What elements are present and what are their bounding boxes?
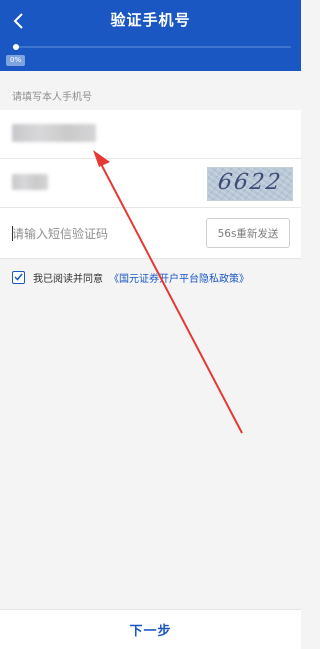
captcha-text: 6622 (216, 170, 284, 195)
phone-hint-label: 请填写本人手机号 (12, 92, 92, 103)
privacy-policy-link[interactable]: 《国元证券开户平台隐私政策》 (109, 270, 249, 285)
agreement-row: 我已阅读并同意 《国元证券开户平台隐私政策》 (12, 269, 249, 285)
agreement-text: 我已阅读并同意 (33, 273, 103, 285)
agreement-checkbox[interactable] (12, 270, 25, 284)
phone-row[interactable] (0, 110, 301, 158)
sms-code-input[interactable] (12, 225, 192, 243)
next-step-button[interactable]: 下一步 (0, 620, 301, 639)
captcha-image[interactable]: 6622 (207, 167, 293, 201)
progress-badge: 0% (6, 55, 26, 66)
bottom-bar: 下一步 (0, 609, 301, 649)
progress-track (16, 46, 291, 48)
resend-code-button[interactable]: 56s重新发送 (206, 218, 290, 248)
checkmark-icon (14, 273, 23, 281)
captcha-input-blurred[interactable] (12, 174, 48, 190)
divider (0, 258, 301, 259)
page-title: 验证手机号 (110, 11, 191, 29)
progress-knob (13, 44, 19, 50)
app-header: 验证手机号 0% (0, 0, 301, 71)
phone-number-blurred (12, 124, 96, 142)
